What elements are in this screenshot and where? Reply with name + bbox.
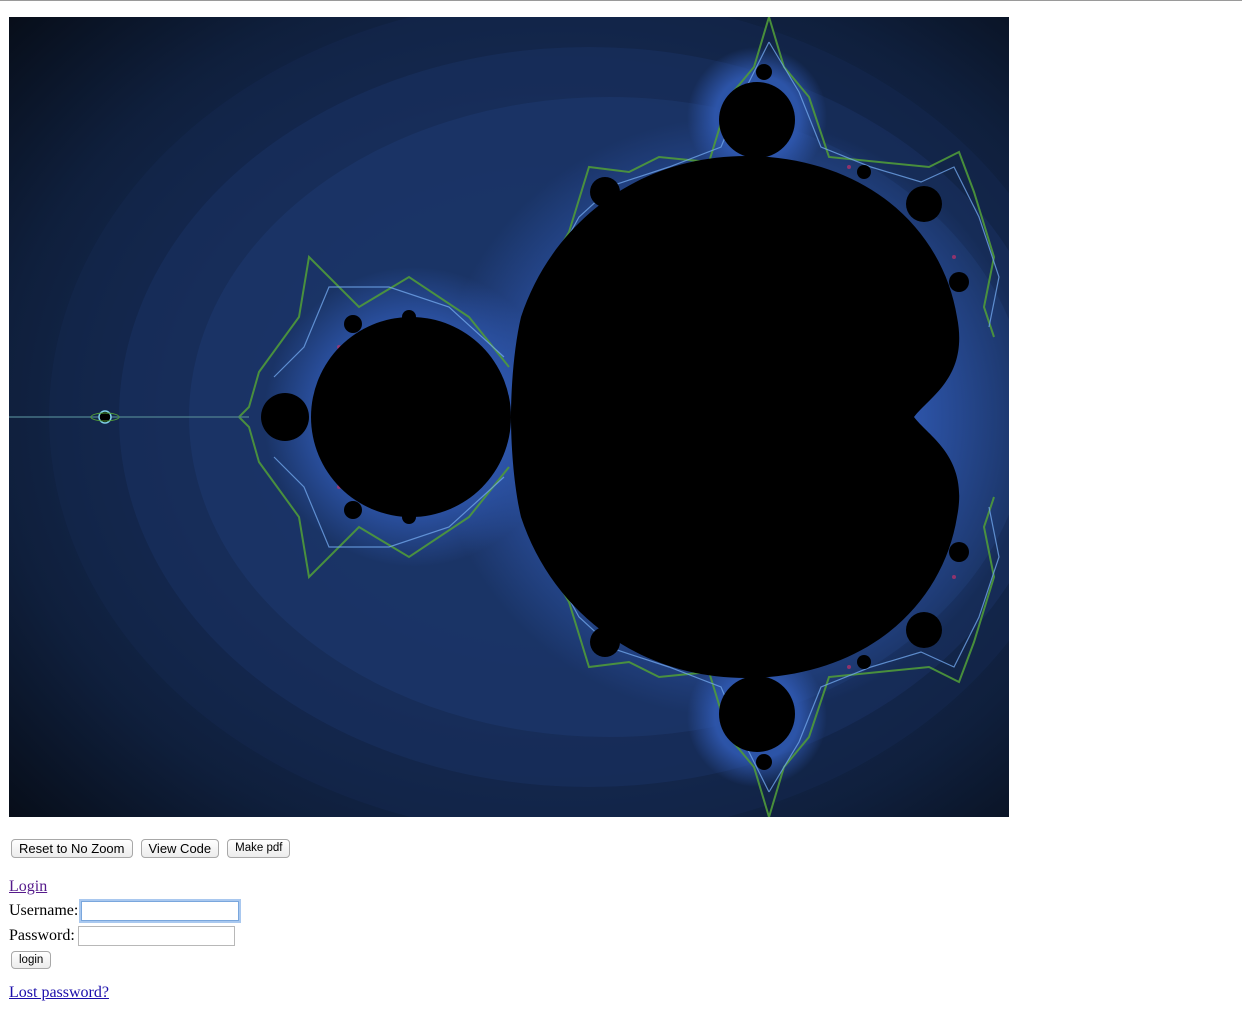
fractal-toolbar: Reset to No Zoom View Code Make pdf — [11, 839, 291, 858]
mandelbrot-image[interactable] — [9, 17, 1009, 817]
password-label: Password: — [9, 926, 75, 944]
login-form: Login Username: Password: login — [9, 878, 240, 969]
password-row: Password: — [9, 923, 239, 948]
window-top-border — [0, 0, 1242, 1]
login-submit-button[interactable]: login — [11, 951, 52, 969]
username-row: Username: — [9, 898, 240, 923]
mandelbrot-canvas[interactable] — [9, 17, 1009, 817]
login-link[interactable]: Login — [9, 878, 47, 895]
view-code-button[interactable]: View Code — [140, 839, 220, 858]
username-label: Username: — [9, 901, 79, 919]
password-input[interactable] — [77, 925, 235, 946]
mandelbrot-main-cardioid — [511, 156, 960, 678]
reset-zoom-button[interactable]: Reset to No Zoom — [11, 839, 133, 858]
username-input[interactable] — [81, 900, 240, 921]
make-pdf-button[interactable]: Make pdf — [227, 839, 291, 858]
lost-password-link[interactable]: Lost password? — [9, 984, 109, 1001]
